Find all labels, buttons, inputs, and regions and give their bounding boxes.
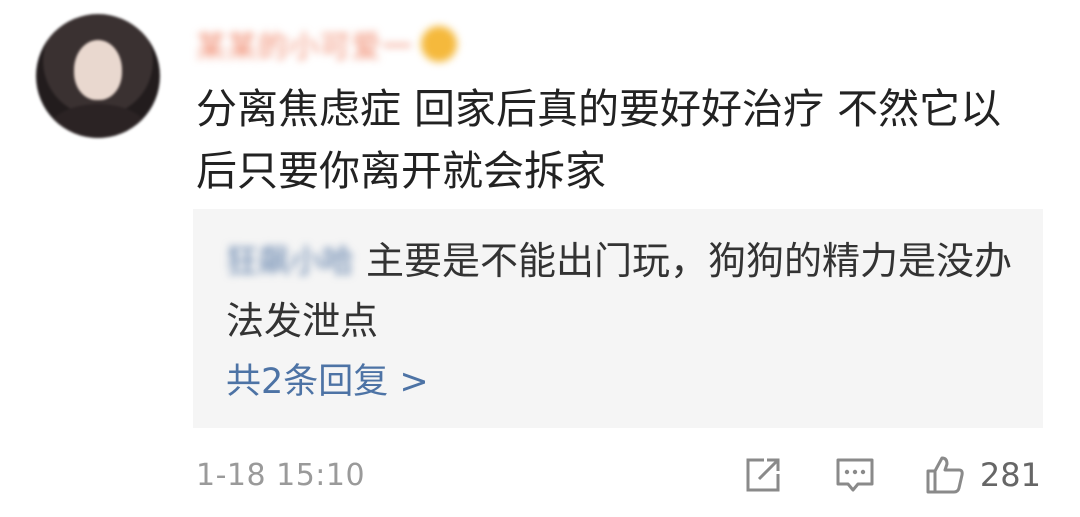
comment-username[interactable]: 某某的小可爱一 — [196, 26, 457, 65]
thumbs-up-icon[interactable] — [924, 454, 966, 496]
share-icon[interactable] — [742, 454, 784, 496]
comment-icon[interactable] — [834, 454, 876, 496]
like-count: 281 — [979, 456, 1041, 494]
avatar-face — [74, 40, 122, 100]
avatar[interactable] — [36, 14, 160, 138]
comment-card: 某某的小可爱一 分离焦虑症 回家后真的要好好治疗 不然它以后只要你离开就会拆家 … — [0, 0, 1080, 517]
comment-timestamp: 1-18 15:10 — [196, 457, 366, 493]
comment-footer: 1-18 15:10 281 — [196, 452, 1046, 498]
comment-text: 分离焦虑症 回家后真的要好好治疗 不然它以后只要你离开就会拆家 — [196, 85, 1002, 195]
reply-preview[interactable]: 狂飙小哈 主要是不能出门玩，狗狗的精力是没办法发泄点 共2条回复 > — [193, 209, 1043, 428]
reply-item: 狂飙小哈 主要是不能出门玩，狗狗的精力是没办法发泄点 — [226, 231, 1016, 351]
user-badge-icon — [421, 26, 457, 62]
avatar-shoulders — [46, 104, 150, 138]
comment-actions: 281 — [742, 452, 1041, 498]
username-text[interactable]: 某某的小可爱一 — [196, 22, 413, 66]
view-replies-link[interactable]: 共2条回复 > — [226, 357, 429, 407]
reply-username[interactable]: 狂飙小哈 — [226, 231, 354, 291]
